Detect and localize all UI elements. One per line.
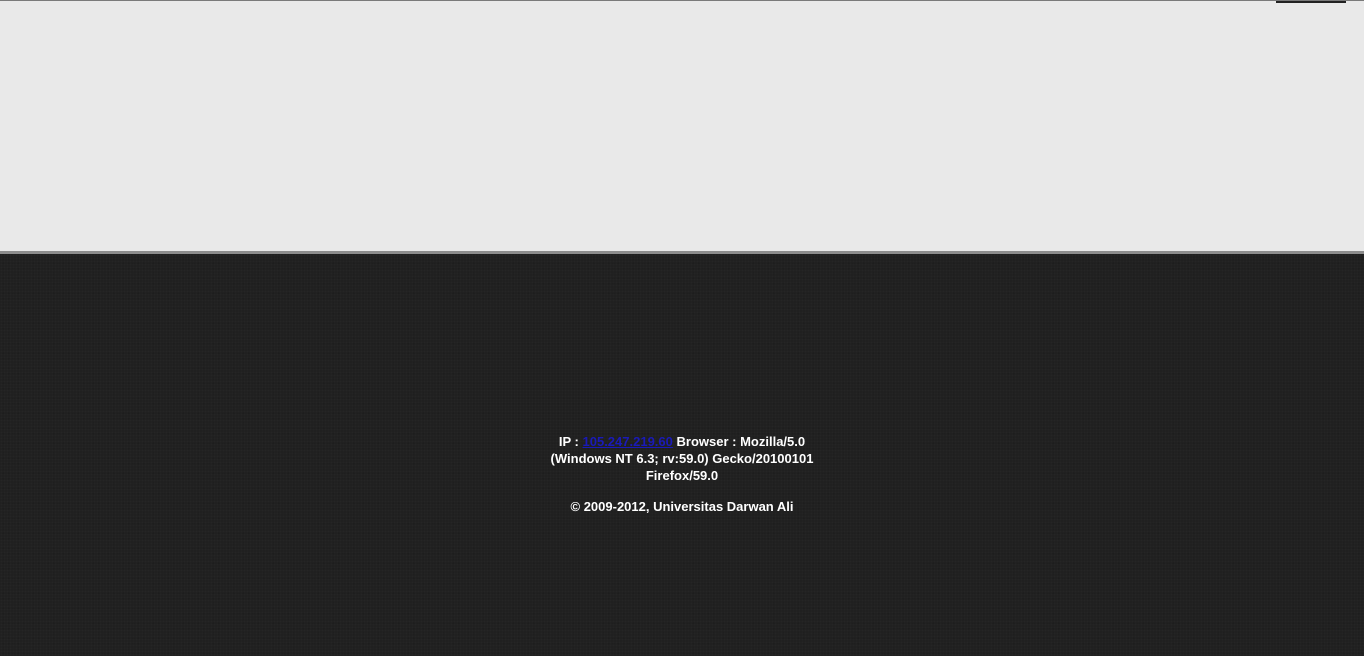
copyright-notice: © 2009-2012, Universitas Darwan Ali: [570, 499, 794, 514]
ip-label: IP :: [558, 434, 579, 449]
header-corner-mark: [1276, 1, 1346, 3]
browser-label: Browser :: [676, 434, 737, 449]
footer: IP : 105.247.219.60 Browser : Mozilla/5.…: [0, 254, 1364, 656]
ip-address-link[interactable]: 105.247.219.60: [583, 434, 673, 449]
client-info: IP : 105.247.219.60 Browser : Mozilla/5.…: [532, 433, 832, 484]
footer-info: IP : 105.247.219.60 Browser : Mozilla/5.…: [532, 433, 832, 515]
header-panel: [0, 0, 1364, 251]
